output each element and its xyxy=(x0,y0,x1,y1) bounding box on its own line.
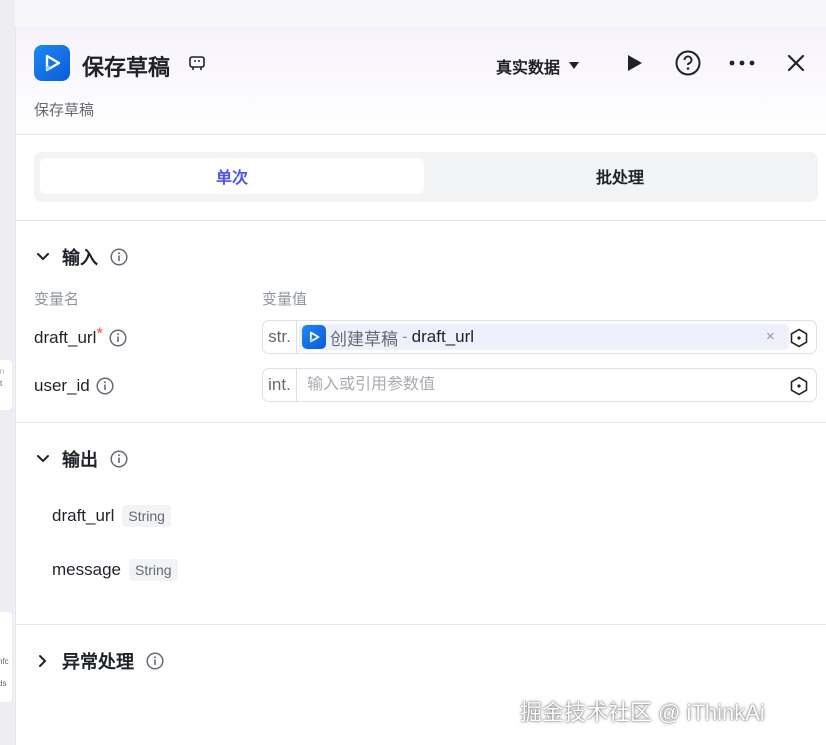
user-id-value-field[interactable]: int. xyxy=(262,368,817,402)
chevron-down-icon xyxy=(37,253,49,261)
ref-separator: - xyxy=(402,327,408,346)
info-icon[interactable] xyxy=(96,377,114,395)
canvas-node-fragment[interactable]: in t xyxy=(0,360,12,410)
divider xyxy=(16,422,826,423)
canvas-node-fragment[interactable]: nfc ds xyxy=(0,612,12,702)
column-header-value: 变量值 xyxy=(262,291,308,308)
variable-picker-icon[interactable] xyxy=(789,376,809,396)
param-name: draft_url xyxy=(34,328,97,347)
node-info-icon[interactable] xyxy=(188,54,206,72)
param-name: user_id xyxy=(34,376,90,395)
param-label-user-id: user_id xyxy=(34,376,114,396)
info-icon[interactable] xyxy=(110,248,128,266)
background-canvas: in t nfc ds xyxy=(0,0,14,745)
more-icon xyxy=(729,60,755,66)
required-mark: * xyxy=(96,324,103,343)
user-id-input[interactable] xyxy=(307,376,767,394)
section-title: 异常处理 xyxy=(62,652,134,672)
tab-batch[interactable]: 批处理 xyxy=(428,158,812,194)
variable-reference[interactable]: 创建草稿 - draft_url xyxy=(299,324,789,350)
watermark: 掘金技术社区 @ iThinkAi xyxy=(520,700,765,725)
error-handling-section-header[interactable]: 异常处理 xyxy=(36,648,164,674)
help-button[interactable] xyxy=(673,48,703,78)
column-header-name: 变量名 xyxy=(34,291,80,308)
ref-node-name: 创建草稿 xyxy=(330,329,398,349)
input-section-header[interactable]: 输入 xyxy=(36,244,128,270)
info-icon[interactable] xyxy=(146,652,164,670)
data-mode-label: 真实数据 xyxy=(496,60,561,77)
more-button[interactable] xyxy=(727,48,757,78)
draft-url-value-field[interactable]: str. 创建草稿 - draft_url × xyxy=(262,320,817,354)
node-logo-icon xyxy=(302,325,326,349)
close-icon xyxy=(787,54,805,72)
node-config-panel: 保存草稿 保存草稿 真实数据 单次 批处理 输入 变量名 变量值 draft_u… xyxy=(15,26,826,745)
info-icon[interactable] xyxy=(110,450,128,468)
canvas-node-text: nfc xyxy=(0,657,9,666)
output-section-header[interactable]: 输出 xyxy=(36,446,128,472)
canvas-node-text: in xyxy=(0,367,5,376)
chevron-right-icon xyxy=(39,655,47,667)
output-field-type: String xyxy=(122,505,171,527)
node-logo-icon xyxy=(34,45,70,81)
type-tag: str. xyxy=(263,321,297,353)
page-subtitle: 保存草稿 xyxy=(34,102,95,119)
clear-reference-button[interactable]: × xyxy=(766,328,775,345)
chevron-down-icon xyxy=(37,455,49,463)
data-mode-dropdown[interactable]: 真实数据 xyxy=(496,54,580,78)
canvas-node-text: ds xyxy=(0,679,7,688)
page-title: 保存草稿 xyxy=(82,55,171,80)
section-title: 输入 xyxy=(62,248,98,268)
panel-header: 保存草稿 保存草稿 真实数据 xyxy=(16,26,826,134)
param-label-draft-url: draft_url * xyxy=(34,324,127,348)
close-button[interactable] xyxy=(781,48,811,78)
panel-top-shade xyxy=(15,0,826,26)
caret-down-icon xyxy=(569,62,580,69)
section-title: 输出 xyxy=(62,450,98,470)
help-icon xyxy=(675,50,701,76)
divider xyxy=(16,624,826,625)
output-field-name: draft_url xyxy=(52,506,115,525)
info-icon[interactable] xyxy=(109,329,127,347)
run-mode-tabs: 单次 批处理 xyxy=(34,152,818,202)
play-icon xyxy=(628,55,642,71)
output-field-row: message String xyxy=(52,559,178,581)
type-tag: int. xyxy=(263,369,297,401)
variable-picker-icon[interactable] xyxy=(789,328,809,348)
output-field-type: String xyxy=(128,559,178,581)
divider xyxy=(16,134,826,135)
output-field-row: draft_url String xyxy=(52,505,171,527)
ref-variable-name: draft_url xyxy=(411,327,475,346)
run-button[interactable] xyxy=(619,48,649,78)
tab-single[interactable]: 单次 xyxy=(40,158,424,194)
output-field-name: message xyxy=(52,560,121,579)
canvas-node-text: t xyxy=(0,379,3,388)
divider xyxy=(16,220,826,221)
